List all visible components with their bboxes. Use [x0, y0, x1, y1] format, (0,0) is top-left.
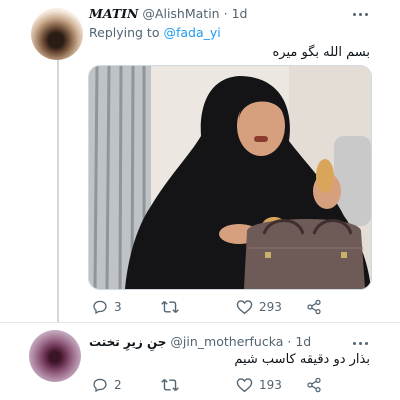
more-options-icon[interactable] [350, 7, 370, 21]
share-button[interactable] [306, 298, 322, 316]
tweet-media-image[interactable] [88, 65, 372, 290]
timestamp[interactable]: 1d [232, 6, 248, 21]
media-illustration [89, 66, 371, 289]
timestamp[interactable]: 1d [295, 334, 311, 349]
display-name[interactable]: MATIN [89, 6, 138, 21]
heart-icon [236, 300, 253, 315]
heart-icon [236, 378, 253, 393]
replying-to-label: Replying to [89, 25, 160, 40]
replying-to-line: Replying to @fada_yi [89, 25, 221, 41]
like-button[interactable]: 193 [236, 376, 282, 394]
like-count: 293 [259, 300, 282, 314]
retweet-icon [161, 300, 179, 314]
like-count: 193 [259, 378, 282, 392]
avatar[interactable] [31, 8, 83, 60]
user-handle[interactable]: @jin_motherfucka [170, 334, 283, 349]
tweet-1[interactable]: MATIN @AlishMatin · 1d Replying to @fada… [0, 0, 400, 322]
share-icon [307, 299, 321, 315]
reply-button[interactable]: 2 [92, 376, 122, 394]
reply-button[interactable]: 3 [92, 298, 122, 316]
tweet-header: MATIN @AlishMatin · 1d [89, 6, 247, 22]
thread-connector-line [57, 60, 59, 322]
avatar[interactable] [29, 330, 81, 382]
tweet-header: جنِ زیرِ تختت @jin_motherfucka · 1d [89, 334, 311, 350]
share-icon [307, 377, 321, 393]
reply-icon [93, 300, 107, 315]
tweet-text: بسم الله بگو میره [272, 45, 371, 60]
reply-icon [93, 378, 107, 393]
user-handle[interactable]: @AlishMatin [142, 6, 219, 21]
retweet-button[interactable] [161, 298, 185, 316]
retweet-icon [161, 378, 179, 392]
tweet-actions: 3 293 [88, 298, 328, 316]
like-button[interactable]: 293 [236, 298, 282, 316]
tweet-text: بذار دو دقیقه کاسب شیم [234, 352, 370, 367]
reply-count: 3 [114, 300, 122, 314]
separator-dot: · [287, 334, 292, 349]
tweet-actions: 2 193 [88, 376, 328, 394]
replying-to-mention[interactable]: @fada_yi [163, 25, 220, 40]
separator-dot: · [223, 6, 228, 21]
more-options-icon[interactable] [350, 336, 370, 350]
share-button[interactable] [306, 376, 322, 394]
display-name[interactable]: جنِ زیرِ تختت [89, 335, 166, 349]
reply-count: 2 [114, 378, 122, 392]
retweet-button[interactable] [161, 376, 185, 394]
